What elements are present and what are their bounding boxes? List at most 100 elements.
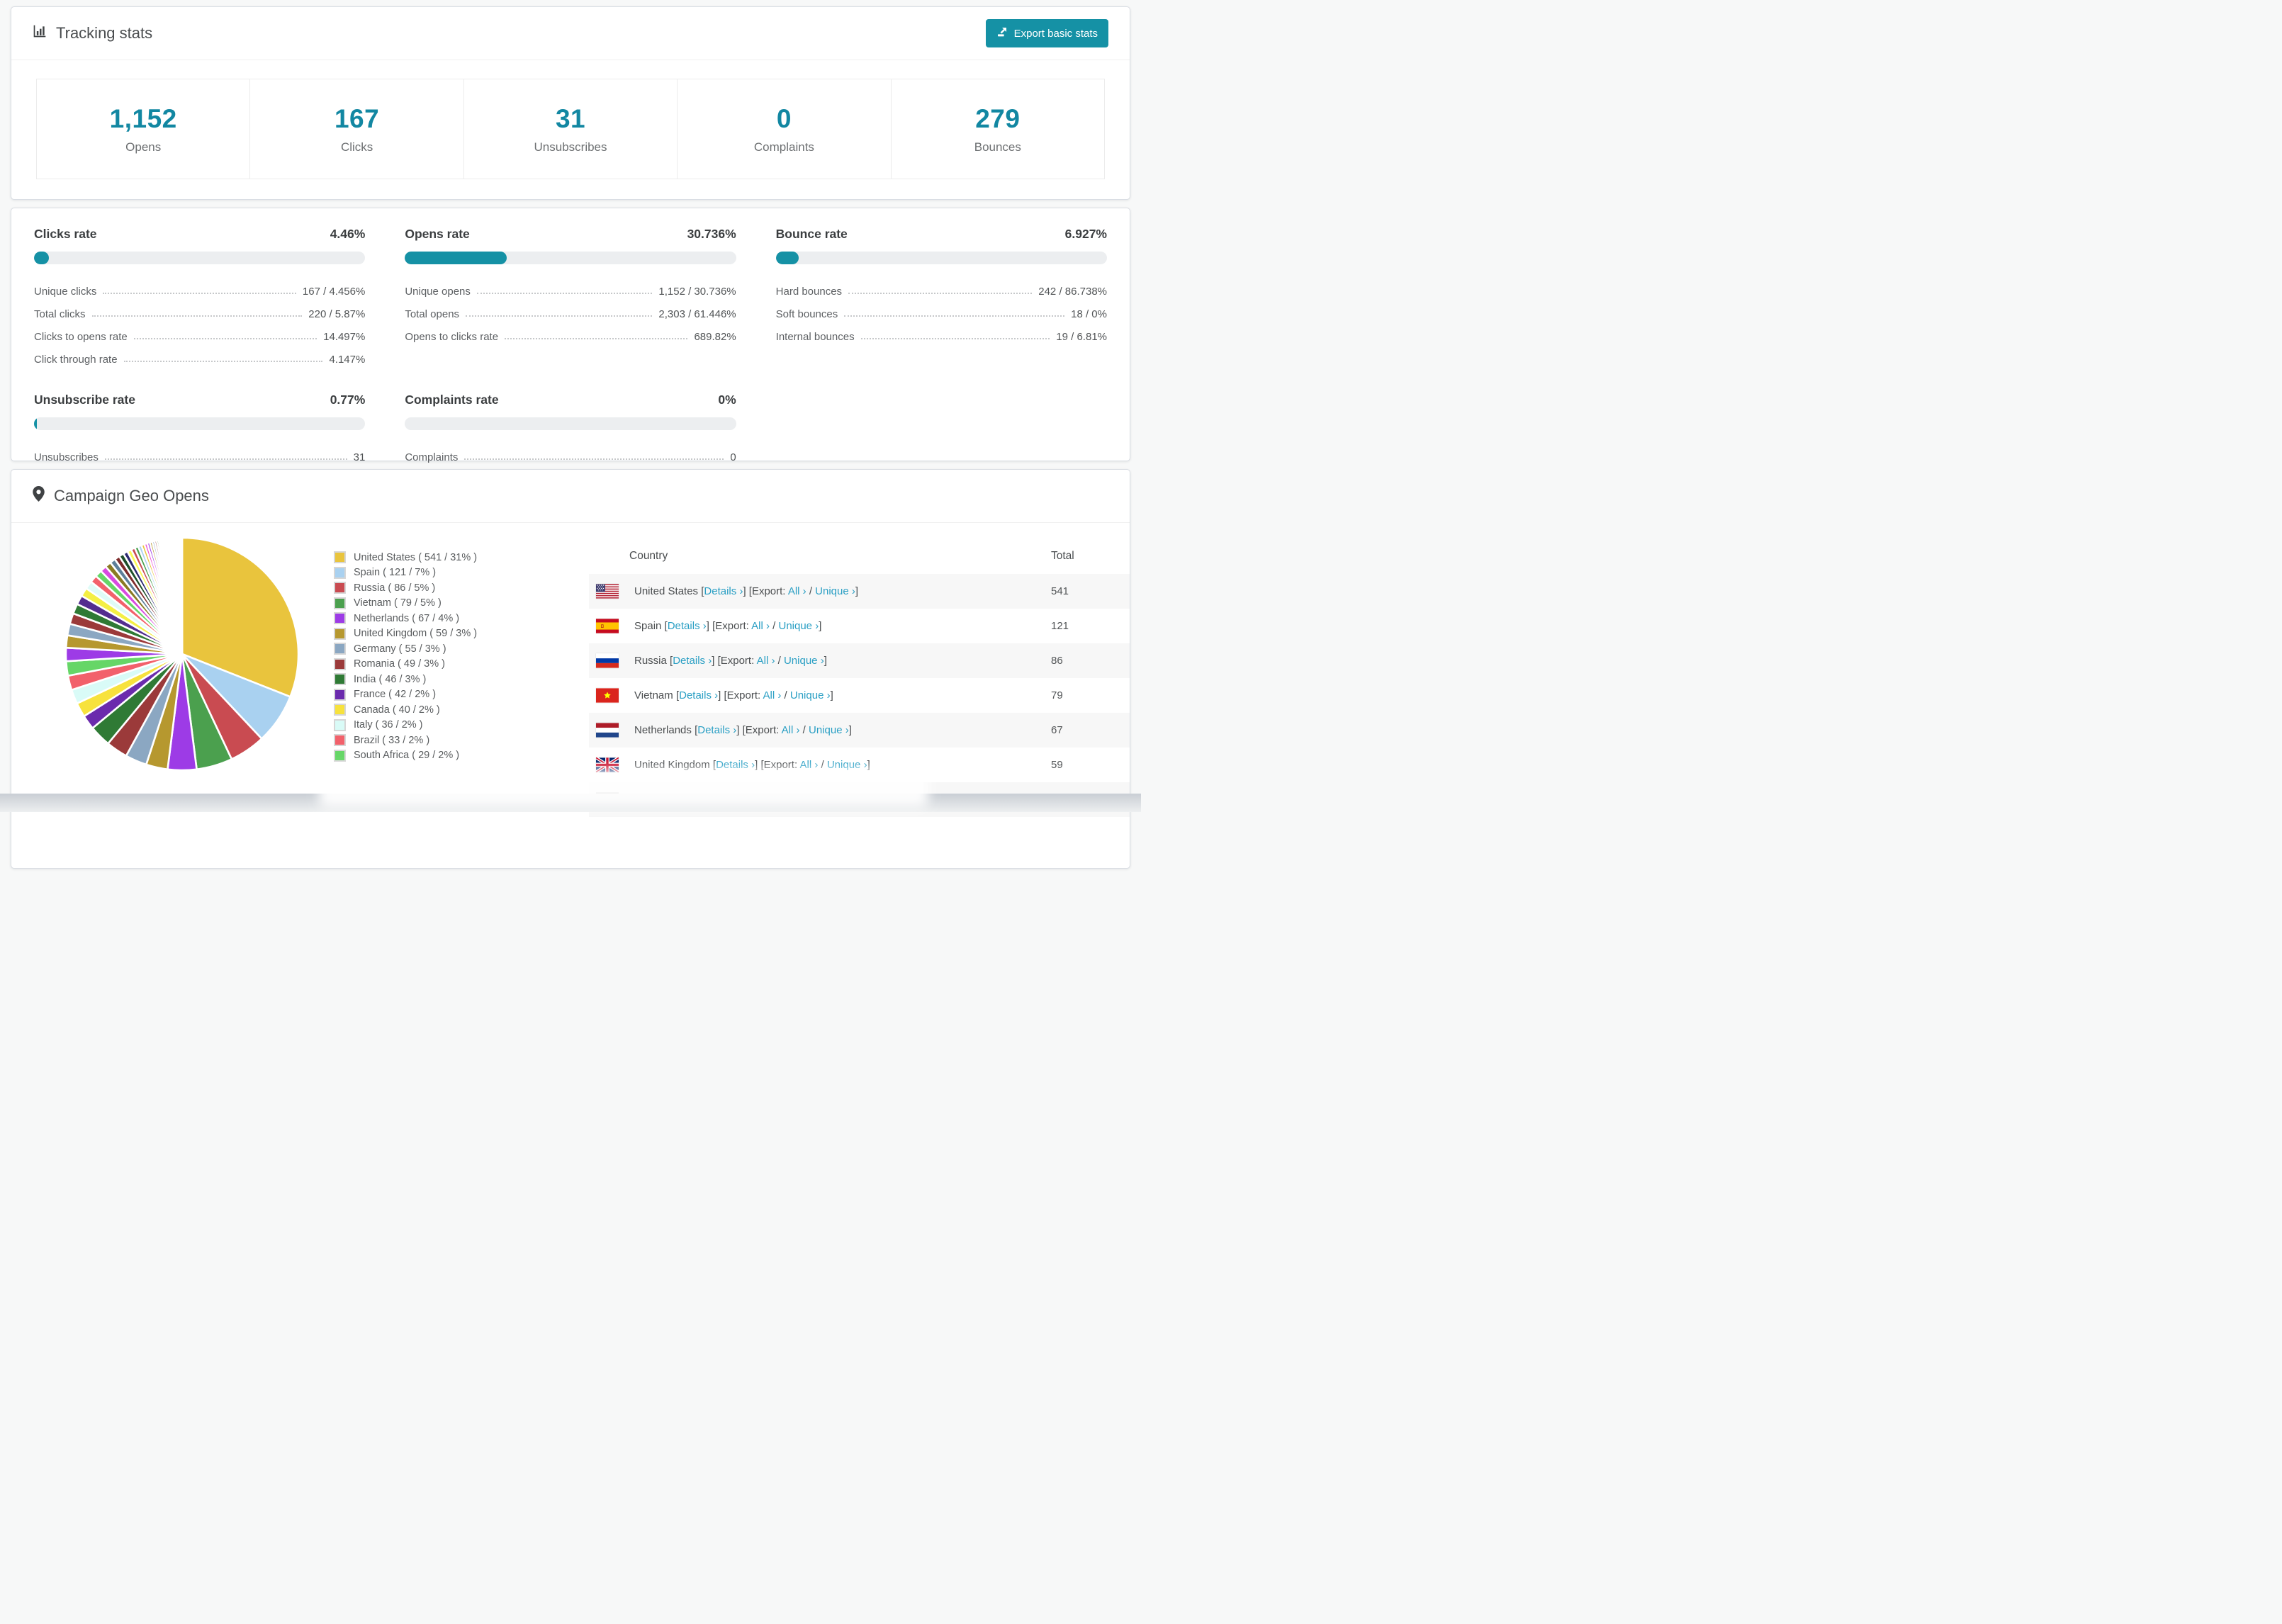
export-unique-link[interactable]: Unique › [778,620,819,632]
complaints-rate-value: 0% [718,393,736,407]
stat-complaints: 0 Complaints [677,79,892,179]
legend-swatch [334,688,346,701]
flag-united-states-icon [596,584,619,599]
details-link[interactable]: Details › [668,620,707,632]
stat-line: Soft bounces 18 / 0% [775,308,1107,320]
geo-header: Campaign Geo Opens [11,470,1130,523]
country-cell: Russia [Details ›] [Export: All › / Uniq… [634,655,827,667]
stat-line: Unsubscribes 31 [34,451,366,463]
legend-swatch [334,643,346,655]
export-all-link[interactable]: All › [788,585,806,597]
opens-rate-value: 30.736% [687,227,736,241]
legend-swatch [334,734,346,747]
bottom-overlay [319,769,928,808]
flag-netherlands-icon [596,723,619,738]
legend-swatch [334,582,346,594]
legend-swatch [334,704,346,716]
page-title: Tracking stats [33,24,152,43]
legend-swatch [334,627,346,640]
export-all-link[interactable]: All › [763,689,782,701]
stat-unsubscribes-label: Unsubscribes [534,140,607,154]
stat-clicks-label: Clicks [340,140,373,154]
legend-item: Romania ( 49 / 3% ) [334,657,477,672]
export-unique-link[interactable]: Unique › [815,585,855,597]
complaints-rate-title: Complaints rate [405,393,499,407]
country-cell: Vietnam [Details ›] [Export: All › / Uni… [634,689,833,701]
legend-item: India ( 46 / 3% ) [334,672,477,687]
table-row: Spain [Details ›] [Export: All › / Uniqu… [589,609,1130,643]
table-row: Vietnam [Details ›] [Export: All › / Uni… [589,678,1130,713]
export-all-link[interactable]: All › [757,655,775,667]
legend-swatch [334,749,346,762]
legend-swatch [334,673,346,686]
details-link[interactable]: Details › [673,655,712,667]
details-link[interactable]: Details › [704,585,743,597]
stat-line: Internal bounces 19 / 6.81% [775,331,1107,343]
country-cell: Netherlands [Details ›] [Export: All › /… [634,724,852,736]
legend-item: Netherlands ( 67 / 4% ) [334,611,477,626]
export-all-link[interactable]: All › [782,724,800,736]
bounce-rate-title: Bounce rate [775,227,848,241]
total-cell: 121 [1051,620,1069,632]
table-row: Netherlands [Details ›] [Export: All › /… [589,713,1130,748]
complaints-rate-block: Complaints rate 0% Complaints 0 [405,387,736,463]
geo-legend: United States ( 541 / 31% ) Spain ( 121 … [334,550,477,763]
export-unique-link[interactable]: Unique › [809,724,849,736]
export-all-link[interactable]: All › [751,620,770,632]
details-link[interactable]: Details › [697,724,736,736]
opens-rate-title: Opens rate [405,227,470,241]
legend-item: Russia ( 86 / 5% ) [334,580,477,596]
stat-line: Total clicks 220 / 5.87% [34,308,366,320]
bounce-rate-block: Bounce rate 6.927% Hard bounces 242 / 86.… [775,221,1107,366]
details-link[interactable]: Details › [679,689,718,701]
stat-line: Click through rate 4.147% [34,354,366,366]
unsubscribe-rate-value: 0.77% [330,393,366,407]
export-unique-link[interactable]: Unique › [790,689,831,701]
stat-opens-label: Opens [125,140,162,154]
export-icon [996,26,1008,40]
stat-unsubscribes: 31 Unsubscribes [463,79,678,179]
legend-swatch [334,612,346,625]
table-header: Country Total [589,538,1130,574]
bounce-rate-progressbar [775,252,1107,264]
stat-clicks: 167 Clicks [249,79,464,179]
legend-swatch [334,551,346,564]
legend-item: Germany ( 55 / 3% ) [334,641,477,657]
stat-clicks-value: 167 [334,103,380,133]
summary-stats-row: 1,152 Opens 167 Clicks 31 Unsubscribes 0… [36,79,1106,179]
legend-item: South Africa ( 29 / 2% ) [334,748,477,764]
legend-item: United States ( 541 / 31% ) [334,550,477,565]
total-cell: 67 [1051,724,1063,736]
unsubscribe-rate-progressbar [34,417,366,430]
clicks-rate-value: 4.46% [330,227,366,241]
bar-chart-icon [33,24,47,43]
rates-card: Clicks rate 4.46% Unique clicks 167 / 4.4… [11,208,1130,463]
unsubscribe-rate-block: Unsubscribe rate 0.77% Unsubscribes 31 [34,387,366,463]
legend-swatch [334,597,346,609]
stat-bounces-label: Bounces [974,140,1021,154]
stat-line: Total opens 2,303 / 61.446% [405,308,736,320]
export-basic-stats-button[interactable]: Export basic stats [985,19,1108,47]
table-row: Russia [Details ›] [Export: All › / Uniq… [589,643,1130,678]
unsubscribe-rate-title: Unsubscribe rate [34,393,135,407]
total-cell: 86 [1051,655,1063,667]
country-column-header: Country [629,550,668,562]
stat-bounces: 279 Bounces [890,79,1106,179]
stat-line: Complaints 0 [405,451,736,463]
total-cell: 541 [1051,585,1069,597]
geo-title: Campaign Geo Opens [33,486,209,506]
stat-line: Opens to clicks rate 689.82% [405,331,736,343]
tracking-stats-header: Tracking stats Export basic stats [11,7,1130,60]
total-cell: 79 [1051,689,1063,701]
stat-line: Clicks to opens rate 14.497% [34,331,366,343]
clicks-rate-title: Clicks rate [34,227,97,241]
stat-bounces-value: 279 [975,103,1021,133]
export-unique-link[interactable]: Unique › [784,655,824,667]
stat-opens: 1,152 Opens [36,79,251,179]
stat-unsubscribes-value: 31 [555,103,586,133]
opens-rate-progressbar [405,252,736,264]
complaints-rate-progressbar [405,417,736,430]
country-cell: Spain [Details ›] [Export: All › / Uniqu… [634,620,822,632]
total-cell: 59 [1051,759,1063,771]
legend-item: France ( 42 / 2% ) [334,687,477,703]
